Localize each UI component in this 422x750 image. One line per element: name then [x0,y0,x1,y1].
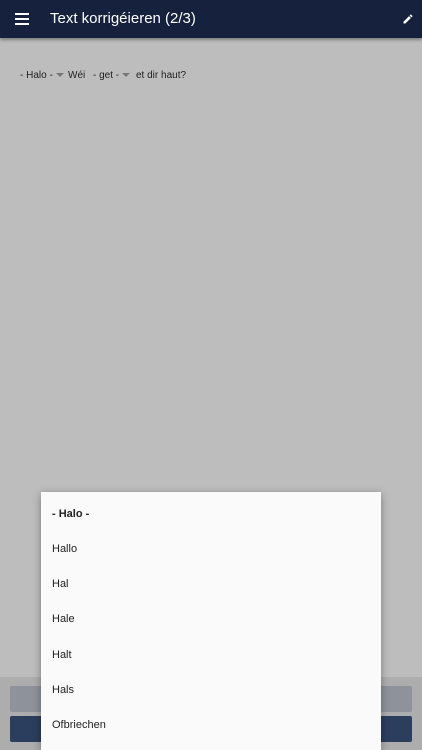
sentence-word-1: Wéi [68,70,86,81]
pencil-icon[interactable] [402,13,414,25]
dropdown-option[interactable]: Halt [41,638,381,673]
page-title: Text korrigéieren (2/3) [50,10,196,27]
dropdown-menu: - Halo - Hallo Hal Hale Halt Hals Ofbrie… [41,492,381,750]
dropdown-option[interactable]: Hals [41,673,381,708]
word-dropdown-1[interactable]: - Halo - [20,70,64,81]
word-dropdown-1-value: - Halo - [20,70,53,81]
chevron-down-icon [122,73,131,78]
hamburger-menu-icon[interactable] [15,13,29,25]
dropdown-option[interactable]: Ofbriechen [41,708,381,743]
chevron-down-icon [55,73,64,78]
dropdown-option[interactable]: Hal [41,567,381,602]
dropdown-option[interactable]: Hale [41,602,381,637]
word-dropdown-2-value: - get - [93,70,120,81]
dropdown-option[interactable]: Hallo [41,532,381,567]
dropdown-option-selected[interactable]: - Halo - [41,497,381,532]
sentence-word-2: et dir haut? [136,70,187,81]
app-bar: Text korrigéieren (2/3) [0,0,422,38]
word-dropdown-2[interactable]: - get - [93,70,131,81]
